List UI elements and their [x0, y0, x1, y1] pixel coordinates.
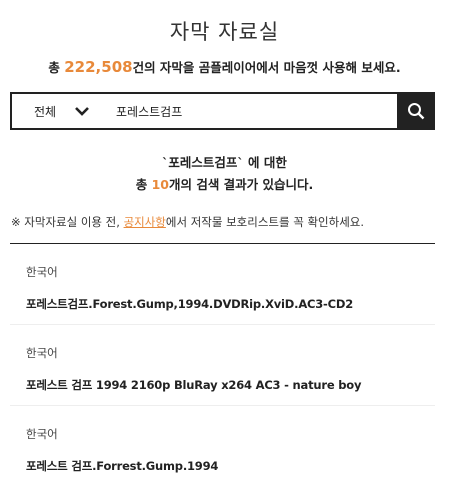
subtitle-prefix: 총: [48, 60, 65, 75]
copyright-notice: ※ 자막자료실 이용 전, 공지사항에서 저작물 보호리스트를 꼭 확인하세요.: [11, 214, 364, 230]
search-input[interactable]: [110, 93, 433, 129]
subtitle-suffix: 건의 자막을 곰플레이어에서 마음껏 사용해 보세요.: [132, 60, 401, 75]
search-bar: 전체: [10, 92, 435, 130]
item-language: 한국어: [26, 427, 58, 441]
category-select-value: 전체: [34, 104, 57, 119]
notice-link[interactable]: 공지사항: [124, 215, 166, 229]
item-filename: 포레스트검프.Forest.Gump,1994.DVDRip.XviD.AC3-…: [26, 297, 354, 311]
subtitle-list: 한국어 포레스트검프.Forest.Gump,1994.DVDRip.XviD.…: [10, 244, 435, 487]
notice-prefix: ※ 자막자료실 이용 전,: [11, 215, 124, 229]
search-icon: [408, 103, 425, 120]
result-count-prefix: 총: [135, 177, 152, 192]
subtitle-count: 222,508: [64, 58, 133, 76]
item-filename: 포레스트 검프 1994 2160p BluRay x264 AC3 - nat…: [26, 378, 362, 392]
item-language: 한국어: [26, 346, 58, 360]
page-subtitle: 총 222,508건의 자막을 곰플레이어에서 마음껏 사용해 보세요.: [0, 57, 449, 76]
category-select[interactable]: 전체: [12, 94, 110, 128]
list-item[interactable]: 한국어 포레스트검프.Forest.Gump,1994.DVDRip.XviD.…: [10, 244, 435, 325]
list-item[interactable]: 한국어 포레스트 검프.Forrest.Gump.1994: [10, 406, 435, 487]
result-count-line: 총 10개의 검색 결과가 있습니다.: [0, 174, 449, 196]
chevron-down-icon: [75, 107, 90, 116]
result-count-suffix: 개의 검색 결과가 있습니다.: [168, 177, 314, 192]
page-title: 자막 자료실: [169, 20, 280, 44]
search-button[interactable]: [397, 92, 435, 130]
result-count: 10: [151, 177, 169, 192]
item-filename: 포레스트 검프.Forrest.Gump.1994: [26, 459, 219, 473]
list-item[interactable]: 한국어 포레스트 검프 1994 2160p BluRay x264 AC3 -…: [10, 325, 435, 406]
item-language: 한국어: [26, 265, 58, 279]
result-query-line: `포레스트검프` 에 대한: [162, 155, 287, 170]
notice-suffix: 에서 저작물 보호리스트를 꼭 확인하세요.: [165, 215, 365, 229]
search-result-summary: `포레스트검프` 에 대한 총 10개의 검색 결과가 있습니다.: [0, 152, 449, 196]
